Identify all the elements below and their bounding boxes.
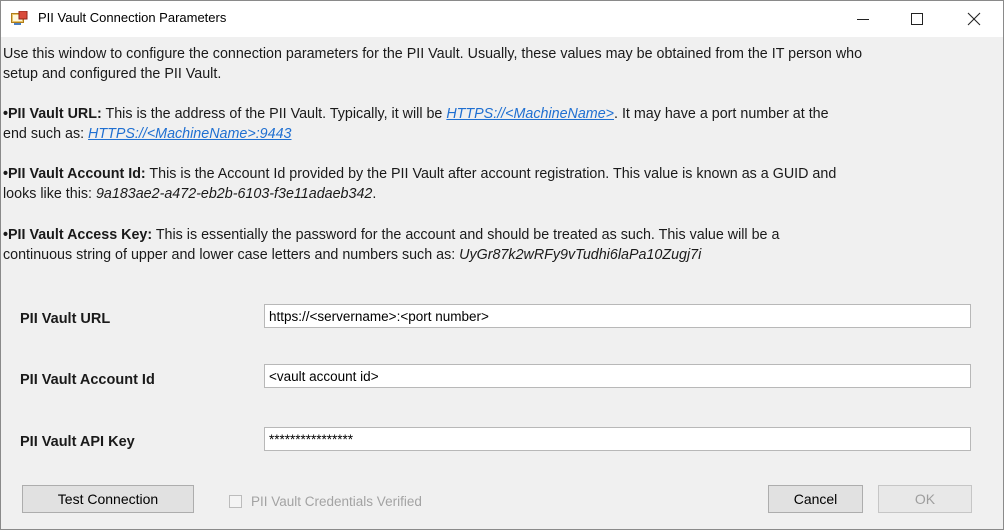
credentials-verified-checkbox[interactable]: PII Vault Credentials Verified <box>229 494 422 509</box>
guid-example: 9a183ae2-a472-eb2b-6103-f3e11adaeb342 <box>95 186 373 202</box>
window-title: PII Vault Connection Parameters <box>38 10 227 25</box>
help-account-label: •PII Vault Account Id: <box>3 166 146 182</box>
help-url: •PII Vault URL: This is the address of t… <box>3 104 829 144</box>
machine-name-port-link[interactable]: HTTPS://<MachineName>:9443 <box>88 126 291 142</box>
ok-button[interactable]: OK <box>878 485 972 513</box>
help-account-text-3: . <box>372 186 377 202</box>
close-button[interactable] <box>951 1 997 37</box>
help-account-id: •PII Vault Account Id: This is the Accou… <box>3 164 836 204</box>
api-key-label: PII Vault API Key <box>20 434 135 450</box>
access-key-example: UyGr87k2wRFy9vTudhi6laPa10Zugj7i <box>459 247 702 263</box>
account-id-input[interactable] <box>264 364 971 388</box>
checkbox-box[interactable] <box>229 495 242 508</box>
minimize-icon <box>857 19 869 20</box>
help-key-text-1: This is essentially the password for the… <box>152 227 780 243</box>
help-url-text-2: . It may have a port number at the <box>614 106 829 122</box>
intro-line-1: Use this window to configure the connect… <box>3 46 863 62</box>
machine-name-link[interactable]: HTTPS://<MachineName> <box>446 106 614 122</box>
app-icon <box>11 10 28 26</box>
help-account-text-2: looks like this: <box>3 186 96 202</box>
close-icon <box>967 12 981 26</box>
help-url-text-1: This is the address of the PII Vault. Ty… <box>101 106 447 122</box>
help-key-text-2: continuous string of upper and lower cas… <box>3 247 460 263</box>
maximize-icon <box>911 13 923 25</box>
intro-line-2: setup and configured the PII Vault. <box>3 66 222 82</box>
help-account-text-1: This is the Account Id provided by the P… <box>145 166 837 182</box>
cancel-button[interactable]: Cancel <box>768 485 863 513</box>
dialog-window: PII Vault Connection Parameters Use this… <box>0 0 1004 530</box>
help-url-label: •PII Vault URL: <box>3 106 102 122</box>
maximize-button[interactable] <box>894 1 940 37</box>
url-input[interactable] <box>264 304 971 328</box>
title-bar[interactable]: PII Vault Connection Parameters <box>1 1 1003 37</box>
account-id-label: PII Vault Account Id <box>20 372 155 388</box>
dialog-content: Use this window to configure the connect… <box>1 38 1003 529</box>
minimize-button[interactable] <box>840 1 886 37</box>
intro-text: Use this window to configure the connect… <box>3 44 862 84</box>
url-label: PII Vault URL <box>20 311 111 327</box>
help-access-key: •PII Vault Access Key: This is essential… <box>3 225 779 265</box>
credentials-verified-label: PII Vault Credentials Verified <box>251 494 422 509</box>
help-key-label: •PII Vault Access Key: <box>3 227 153 243</box>
help-url-text-3: end such as: <box>3 126 89 142</box>
test-connection-button[interactable]: Test Connection <box>22 485 194 513</box>
api-key-input[interactable] <box>264 427 971 451</box>
